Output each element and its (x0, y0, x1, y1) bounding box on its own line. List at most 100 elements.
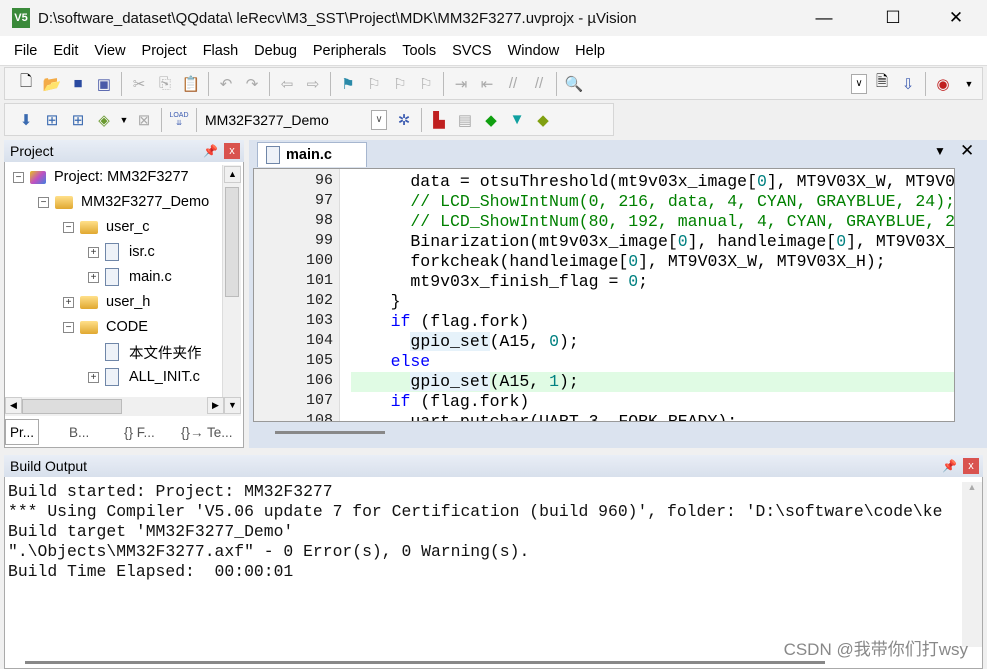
code-line[interactable]: } (351, 292, 954, 312)
project-tab-3[interactable]: {}→ Te... (177, 419, 237, 445)
close-tab-icon[interactable]: ✕ (960, 141, 974, 161)
batch-dropdown-icon[interactable]: ▼ (119, 109, 129, 131)
stop-build-icon[interactable]: ⊠ (133, 109, 155, 131)
code-line[interactable]: if (flag.fork) (351, 312, 954, 332)
menu-project[interactable]: Project (134, 43, 195, 59)
undo-icon[interactable]: ↶ (215, 73, 237, 95)
batch-build-icon[interactable]: ◈ (93, 109, 115, 131)
comment-icon[interactable]: // (502, 73, 524, 95)
next-bookmark-icon[interactable]: ⚐ (389, 73, 411, 95)
target-select[interactable]: MM32F3277_Demo ∨ (205, 109, 387, 131)
project-tab-0[interactable]: Pr... (5, 419, 40, 445)
scroll-up-icon[interactable]: ▲ (224, 166, 241, 183)
manage-multi-project-icon[interactable]: ◆ (532, 109, 554, 131)
tree-item[interactable]: − Project: MM32F3277 (13, 165, 189, 189)
tree-item[interactable]: + main.c (88, 265, 172, 289)
redo-icon[interactable]: ↷ (241, 73, 263, 95)
navigate-back-icon[interactable]: ⇦ (276, 73, 298, 95)
close-icon[interactable]: x (963, 458, 979, 474)
tab-list-icon[interactable]: ▼ (934, 144, 946, 158)
expand-icon[interactable]: + (88, 271, 99, 283)
collapse-icon[interactable]: − (63, 221, 74, 233)
code-line[interactable]: if (flag.fork) (351, 392, 954, 412)
menu-file[interactable]: File (6, 43, 45, 59)
bookmark-icon[interactable]: ⚑ (337, 73, 359, 95)
expand-icon[interactable]: + (63, 296, 74, 308)
manage-components-icon[interactable]: ▙ (428, 109, 450, 131)
build-horizontal-scrollbar[interactable] (25, 661, 825, 664)
build-icon[interactable]: ⊞ (41, 109, 63, 131)
code-line[interactable]: // LCD_ShowIntNum(0, 216, data, 4, CYAN,… (351, 192, 954, 212)
expand-icon[interactable]: + (88, 371, 99, 383)
code-line[interactable]: mt9v03x_finish_flag = 0; (351, 272, 954, 292)
tree-item[interactable]: + user_h (63, 290, 150, 314)
tree-item[interactable]: + ALL_INIT.c (88, 365, 200, 389)
menu-help[interactable]: Help (567, 43, 613, 59)
select-packs-icon[interactable]: ▤ (454, 109, 476, 131)
tree-item[interactable]: + isr.c (88, 240, 155, 264)
editor-horizontal-scrollbar[interactable] (275, 431, 385, 434)
collapse-icon[interactable]: − (13, 171, 24, 183)
scroll-thumb[interactable] (225, 187, 239, 297)
navigate-forward-icon[interactable]: ⇨ (302, 73, 324, 95)
code-line[interactable]: Binarization(mt9v03x_image[0], handleima… (351, 232, 954, 252)
uncomment-icon[interactable]: // (528, 73, 550, 95)
scroll-down-icon[interactable]: ▼ (224, 397, 241, 414)
debug-session-icon[interactable]: ◉ (932, 73, 954, 95)
pin-icon[interactable]: 📌 (942, 459, 957, 473)
menu-tools[interactable]: Tools (394, 43, 444, 59)
menu-flash[interactable]: Flash (195, 43, 246, 59)
menu-debug[interactable]: Debug (246, 43, 305, 59)
code-line[interactable]: data = otsuThreshold(mt9v03x_image[0], M… (351, 172, 954, 192)
expand-icon[interactable]: + (88, 246, 99, 258)
scroll-thumb[interactable] (22, 399, 122, 414)
minimize-button[interactable]: — (801, 0, 847, 36)
scroll-left-icon[interactable]: ◀ (5, 397, 22, 414)
tree-item[interactable]: 本文件夹作 (88, 340, 202, 364)
code-line[interactable]: // LCD_ShowIntNum(80, 192, manual, 4, CY… (351, 212, 954, 232)
prev-bookmark-icon[interactable]: ⚐ (363, 73, 385, 95)
current-code-line[interactable]: gpio_set(A15, 1); (351, 372, 954, 392)
paste-icon[interactable]: 📋 (180, 73, 202, 95)
menu-view[interactable]: View (86, 43, 133, 59)
open-file-icon[interactable]: 📂 (41, 73, 63, 95)
chevron-down-icon[interactable]: ▼ (958, 73, 980, 95)
maximize-button[interactable]: ☐ (870, 0, 916, 36)
clear-bookmarks-icon[interactable]: ⚐ (415, 73, 437, 95)
cut-icon[interactable]: ✂ (128, 73, 150, 95)
project-tab-2[interactable]: {} F... (120, 419, 159, 445)
unindent-icon[interactable]: ⇤ (476, 73, 498, 95)
code-line[interactable]: forkcheak(handleimage[0], MT9V03X_W, MT9… (351, 252, 954, 272)
code-line[interactable]: uart_putchar(UART_3, FORK_READY); (351, 412, 954, 421)
incremental-find-icon[interactable]: 🗎 (871, 73, 893, 95)
save-all-icon[interactable]: ▣ (93, 73, 115, 95)
tree-item[interactable]: − user_c (63, 215, 150, 239)
find-in-files-icon[interactable]: 🔍 (563, 73, 585, 95)
copy-icon[interactable]: ⎘ (154, 73, 176, 95)
pin-icon[interactable]: 📌 (203, 144, 218, 158)
rebuild-icon[interactable]: ⊞ (67, 109, 89, 131)
code-editor[interactable]: 96 97 98 99 100 101 102 103 104 105 106 107 108 data… (253, 168, 955, 422)
source-browser-icon[interactable]: ⇩ (897, 73, 919, 95)
indent-icon[interactable]: ⇥ (450, 73, 472, 95)
close-icon[interactable]: x (224, 143, 240, 159)
options-for-target-icon[interactable]: ✲ (393, 109, 415, 131)
tree-vertical-scrollbar[interactable]: ▲ (222, 165, 241, 397)
collapse-icon[interactable]: − (63, 321, 74, 333)
project-tab-1[interactable]: B... (65, 419, 93, 445)
code-line[interactable]: else (351, 352, 954, 372)
menu-edit[interactable]: Edit (45, 43, 86, 59)
tree-horizontal-scrollbar[interactable]: ◀ ▶ ▼ (5, 397, 241, 416)
download-icon[interactable]: LOAD ⇊ (168, 109, 190, 131)
code-line[interactable]: gpio_set(A15, 0); (351, 332, 954, 352)
close-button[interactable]: ✕ (933, 0, 979, 36)
scroll-right-icon[interactable]: ▶ (207, 397, 224, 414)
menu-peripherals[interactable]: Peripherals (305, 43, 394, 59)
menu-window[interactable]: Window (500, 43, 568, 59)
save-icon[interactable]: ■ (67, 73, 89, 95)
pack-installer-icon[interactable]: ◆ (480, 109, 502, 131)
find-dropdown-icon[interactable]: ∨ (851, 73, 867, 94)
build-vertical-scrollbar[interactable]: ▲ (962, 482, 982, 647)
tab-main-c[interactable]: main.c (257, 142, 367, 167)
manage-rte-icon[interactable]: ▼ (506, 109, 528, 131)
